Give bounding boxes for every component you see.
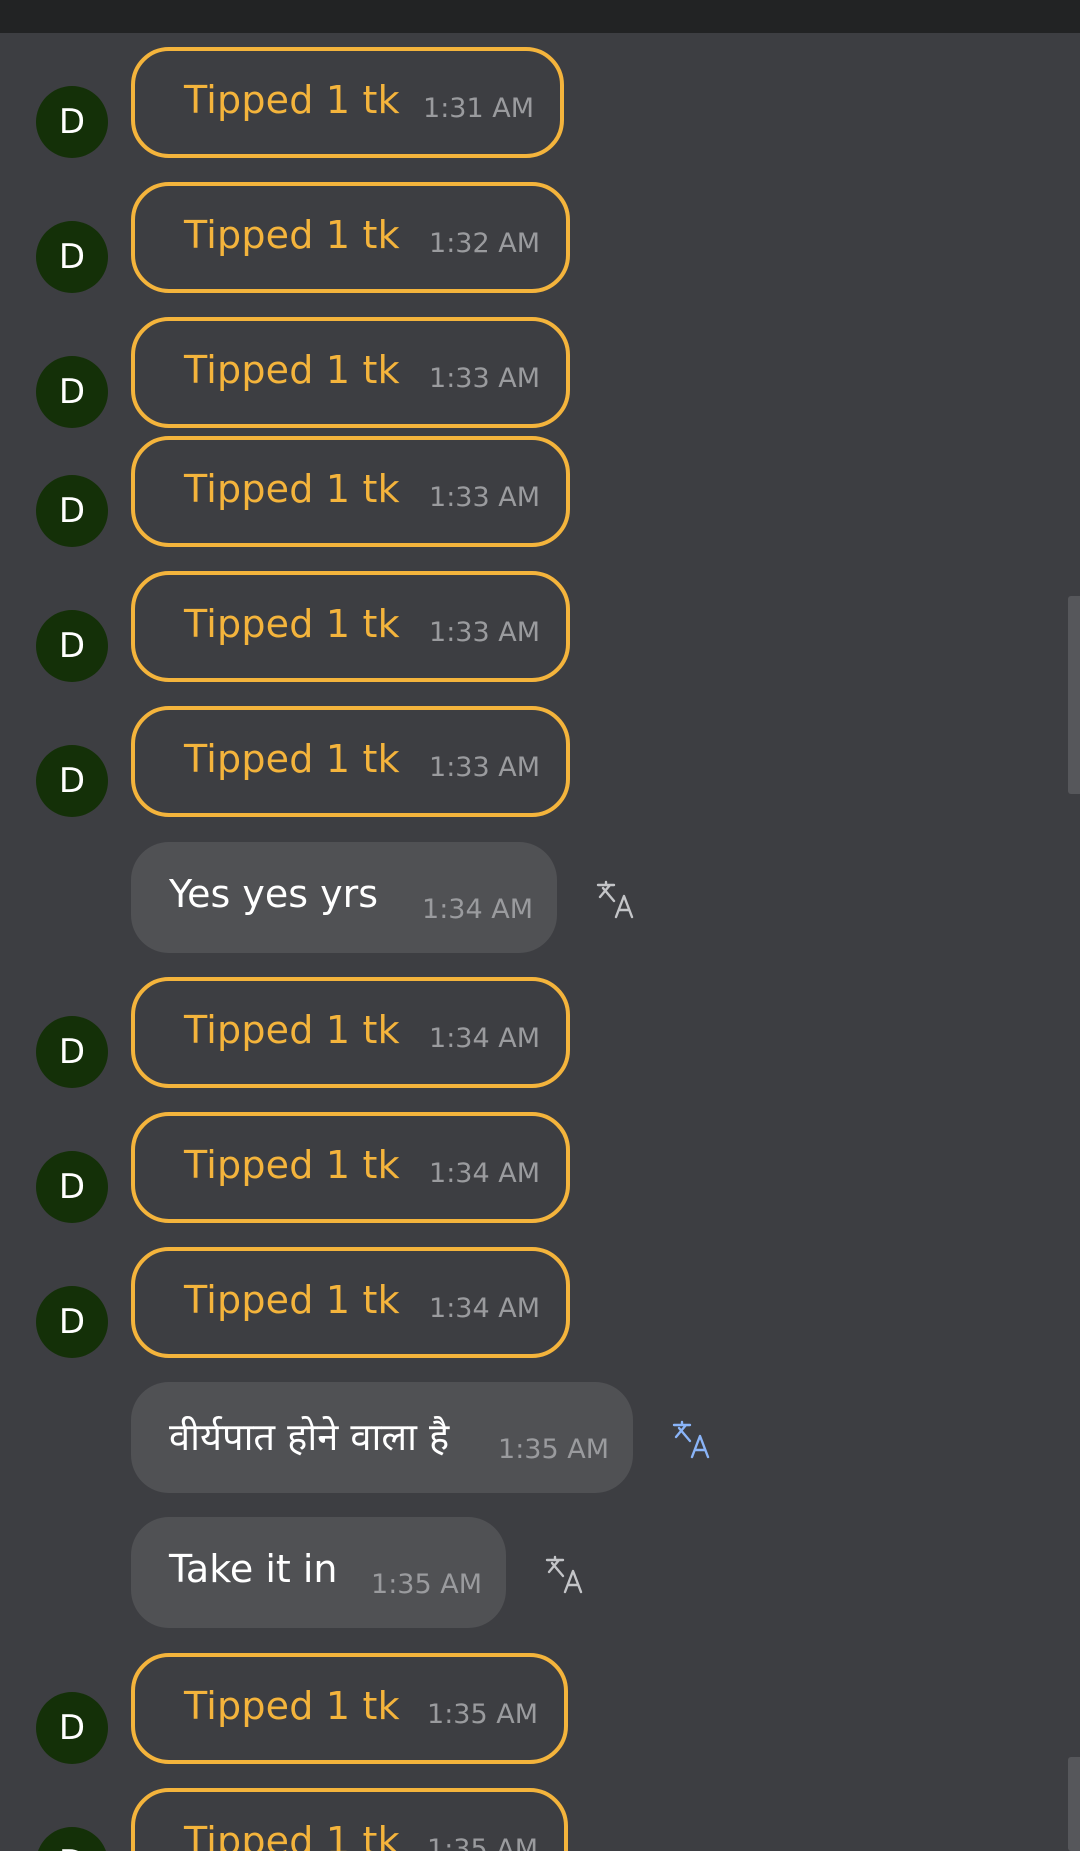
avatar[interactable]: D — [36, 1151, 108, 1223]
message-row: D Tipped 1 tk 1:34 AM — [0, 1247, 1080, 1360]
message-row: वीर्यपात होने वाला है 1:35 AM — [0, 1382, 1080, 1493]
avatar[interactable]: D — [36, 745, 108, 817]
message-time: 1:33 AM — [429, 363, 540, 394]
avatar[interactable]: D — [36, 1692, 108, 1764]
tip-label: Tipped 1 tk — [184, 1143, 400, 1187]
tip-label: Tipped 1 tk — [184, 213, 400, 257]
message-time: 1:35 AM — [498, 1434, 609, 1465]
message-time: 1:35 AM — [427, 1699, 538, 1730]
tip-message[interactable]: Tipped 1 tk 1:33 AM — [131, 317, 570, 428]
avatar-initial: D — [58, 491, 86, 531]
message-time: 1:34 AM — [422, 894, 533, 925]
message-time: 1:31 AM — [423, 93, 534, 124]
message-text: Yes yes yrs — [169, 872, 379, 916]
tip-message[interactable]: Tipped 1 tk 1:31 AM — [131, 47, 564, 158]
message-time: 1:33 AM — [429, 752, 540, 783]
avatar-initial: D — [58, 1032, 86, 1072]
message-time: 1:33 AM — [429, 617, 540, 648]
avatar-initial: D — [58, 1167, 86, 1207]
message-row: D Tipped 1 tk 1:35 AM — [0, 1788, 1080, 1851]
text-message[interactable]: Take it in 1:35 AM — [131, 1517, 506, 1628]
tip-label: Tipped 1 tk — [184, 348, 400, 392]
tip-message[interactable]: Tipped 1 tk 1:35 AM — [131, 1653, 568, 1764]
message-time: 1:35 AM — [371, 1569, 482, 1600]
avatar-initial: D — [59, 1843, 85, 1851]
message-row: D Tipped 1 tk 1:34 AM — [0, 977, 1080, 1090]
avatar-initial: D — [58, 237, 86, 277]
tip-label: Tipped 1 tk — [184, 467, 400, 511]
avatar[interactable]: D — [36, 1827, 108, 1851]
avatar[interactable]: D — [36, 86, 108, 158]
message-row: D Tipped 1 tk 1:33 AM — [0, 706, 1080, 819]
avatar-initial: D — [58, 1708, 86, 1748]
avatar[interactable]: D — [36, 1016, 108, 1088]
tip-label: Tipped 1 tk — [184, 1819, 400, 1851]
avatar[interactable]: D — [36, 356, 108, 428]
text-message[interactable]: वीर्यपात होने वाला है 1:35 AM — [131, 1382, 633, 1493]
tip-message[interactable]: Tipped 1 tk 1:33 AM — [131, 571, 570, 682]
message-time: 1:34 AM — [429, 1023, 540, 1054]
scrollbar-thumb[interactable] — [1068, 596, 1080, 794]
tip-message[interactable]: Tipped 1 tk 1:35 AM — [131, 1788, 568, 1851]
tip-label: Tipped 1 tk — [184, 78, 400, 122]
avatar[interactable]: D — [36, 610, 108, 682]
tip-label: Tipped 1 tk — [184, 737, 400, 781]
tip-message[interactable]: Tipped 1 tk 1:34 AM — [131, 1247, 570, 1358]
tip-label: Tipped 1 tk — [184, 1684, 400, 1728]
message-time: 1:34 AM — [429, 1293, 540, 1324]
tip-message[interactable]: Tipped 1 tk 1:33 AM — [131, 706, 570, 817]
message-row: D Tipped 1 tk 1:33 AM — [0, 317, 1080, 430]
tip-label: Tipped 1 tk — [184, 1278, 400, 1322]
message-row: Yes yes yrs 1:34 AM — [0, 842, 1080, 953]
avatar-initial: D — [58, 626, 86, 666]
message-row: D Tipped 1 tk 1:33 AM — [0, 436, 1080, 549]
tip-message[interactable]: Tipped 1 tk 1:34 AM — [131, 1112, 570, 1223]
translate-icon[interactable] — [544, 1553, 588, 1597]
message-row: Take it in 1:35 AM — [0, 1517, 1080, 1628]
tip-message[interactable]: Tipped 1 tk 1:33 AM — [131, 436, 570, 547]
tip-label: Tipped 1 tk — [184, 1008, 400, 1052]
message-row: D Tipped 1 tk 1:31 AM — [0, 47, 1080, 160]
message-time: 1:34 AM — [429, 1158, 540, 1189]
avatar-initial: D — [58, 761, 86, 801]
chat-message-list[interactable]: D Tipped 1 tk 1:31 AM D Tipped 1 tk 1:32… — [0, 0, 1080, 1851]
avatar-initial: D — [58, 1302, 86, 1342]
message-time: 1:33 AM — [429, 482, 540, 513]
message-row: D Tipped 1 tk 1:34 AM — [0, 1112, 1080, 1225]
tip-message[interactable]: Tipped 1 tk 1:34 AM — [131, 977, 570, 1088]
message-text: वीर्यपात होने वाला है — [169, 1415, 450, 1459]
message-time: 1:32 AM — [429, 228, 540, 259]
translate-icon[interactable] — [595, 878, 639, 922]
message-row: D Tipped 1 tk 1:35 AM — [0, 1653, 1080, 1766]
tip-label: Tipped 1 tk — [184, 602, 400, 646]
tip-message[interactable]: Tipped 1 tk 1:32 AM — [131, 182, 570, 293]
avatar[interactable]: D — [36, 475, 108, 547]
scrollbar-thumb[interactable] — [1068, 1757, 1080, 1851]
status-bar — [0, 0, 1080, 33]
message-row: D Tipped 1 tk 1:32 AM — [0, 182, 1080, 295]
message-time: 1:35 AM — [427, 1834, 538, 1851]
avatar[interactable]: D — [36, 1286, 108, 1358]
translate-icon[interactable] — [671, 1418, 715, 1462]
message-row: D Tipped 1 tk 1:33 AM — [0, 571, 1080, 684]
avatar-initial: D — [58, 102, 86, 142]
message-text: Take it in — [169, 1547, 338, 1591]
avatar-initial: D — [58, 372, 86, 412]
text-message[interactable]: Yes yes yrs 1:34 AM — [131, 842, 557, 953]
avatar[interactable]: D — [36, 221, 108, 293]
